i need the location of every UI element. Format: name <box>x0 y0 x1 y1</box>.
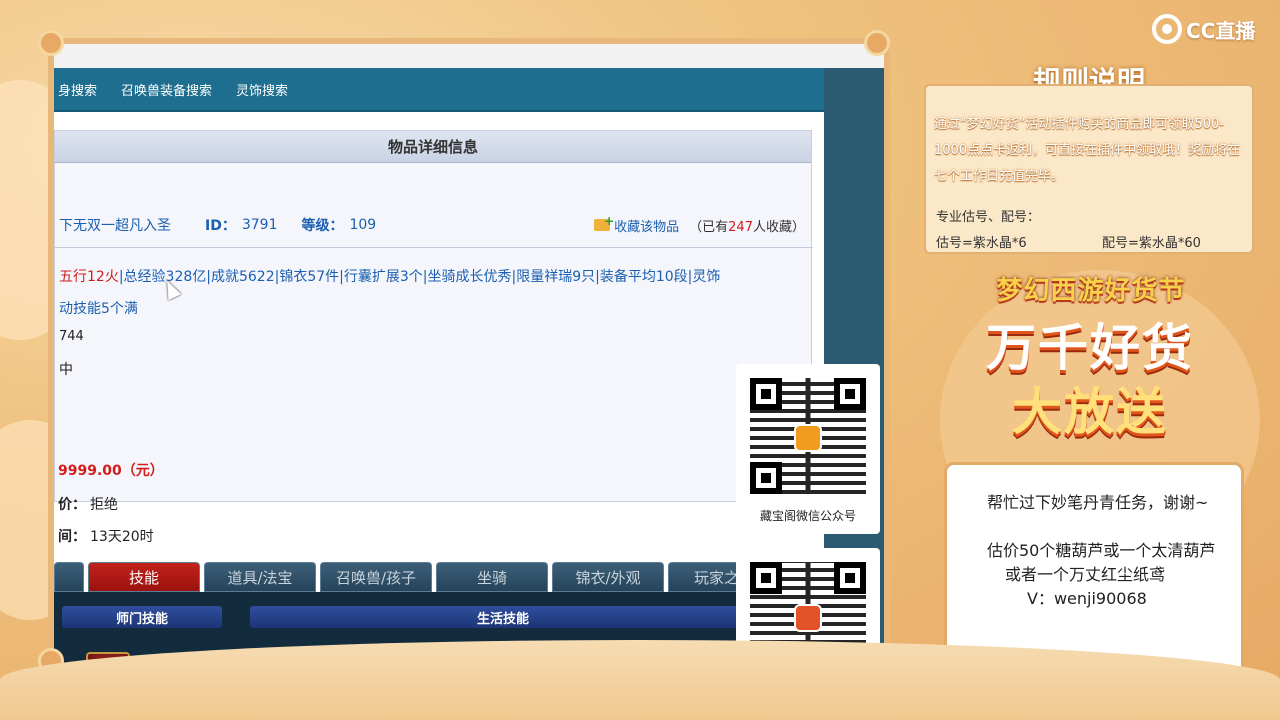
tab-pets[interactable]: 召唤兽/孩子 <box>320 562 432 592</box>
tab-partial[interactable] <box>54 562 84 592</box>
qr-finder <box>834 378 866 410</box>
fav-suffix: 人收藏） <box>752 219 805 235</box>
cc-live-logo: CC直播 <box>1152 14 1255 44</box>
decorative-wave <box>0 640 1280 720</box>
qr-logo-icon <box>794 424 822 452</box>
frame-ornament <box>864 30 890 56</box>
nav-pet-equip-search[interactable]: 召唤兽装备搜索 <box>121 80 212 99</box>
detail-tabs: 技能 道具/法宝 召唤兽/孩子 坐骑 锦衣/外观 玩家之家 <box>54 562 824 592</box>
panel-title: 物品详细信息 <box>55 131 811 163</box>
nav-role-search[interactable]: 身搜索 <box>58 80 97 99</box>
bargain-value: 拒绝 <box>90 497 118 513</box>
promo-festival-title: 梦幻西游好货节 <box>996 276 1186 306</box>
rules-line-price-b: 配号=紫水晶*60 <box>1102 236 1201 251</box>
meta-value-2: 中 <box>59 362 73 378</box>
tab-items[interactable]: 道具/法宝 <box>204 562 316 592</box>
time-field: 间： 13天20时 <box>58 526 154 546</box>
note-line-3: 或者一个万丈红尘纸鸢 <box>1005 565 1166 584</box>
item-info-row: 下无双一超凡入圣 ID： 3791 等级： 109 收藏该物品 （已有247人收… <box>59 214 805 235</box>
favorite-count: （已有247人收藏） <box>689 216 805 235</box>
qr-caption: 藏宝阁微信公众号 <box>759 509 856 523</box>
promo-banner: 梦幻西游好货节 万千好货 大放送 <box>940 268 1240 458</box>
life-skills-title: 生活技能 <box>250 606 756 628</box>
item-name: 下无双一超凡入圣 <box>59 218 171 234</box>
cc-logo-icon <box>1152 14 1182 44</box>
fav-count-number: 247 <box>728 219 753 235</box>
tab-outfits[interactable]: 锦衣/外观 <box>552 562 664 592</box>
time-value: 13天20时 <box>90 529 154 545</box>
rules-box: 通过“梦幻好货”活动插件购买的商品即可领取500-1000点点卡返利，可直接在插… <box>924 84 1254 254</box>
note-line-2: 估价50个糖葫芦或一个太清葫芦 <box>987 541 1216 560</box>
qr-finder <box>750 562 782 594</box>
note-line-1: 帮忙过下妙笔丹青任务，谢谢~ <box>987 493 1209 512</box>
cc-logo-text: CC直播 <box>1186 18 1256 43</box>
favorite-label: 收藏该物品 <box>614 219 680 235</box>
bargain-field: 价： 拒绝 <box>58 494 118 514</box>
fav-prefix: （已有 <box>689 219 729 235</box>
promo-headline-2: 大放送 <box>1012 383 1168 441</box>
favorite-link[interactable]: 收藏该物品 <box>594 214 680 235</box>
qr-finder <box>834 562 866 594</box>
item-detail-panel: 物品详细信息 下无双一超凡入圣 ID： 3791 等级： 109 收藏该物品 （… <box>54 130 813 502</box>
nav-accessory-search[interactable]: 灵饰搜索 <box>236 80 288 99</box>
rules-line-appraisal: 专业估号、配号： <box>936 210 1041 225</box>
id-label: ID： <box>205 218 236 234</box>
browser-titlebar <box>54 44 884 68</box>
promo-headline-1: 万千好货 <box>986 319 1194 377</box>
level-value: 109 <box>349 217 377 233</box>
tab-skills[interactable]: 技能 <box>88 562 200 592</box>
divider <box>55 247 813 248</box>
rules-text: 通过“梦幻好货”活动插件购买的商品即可领取500-1000点点卡返利，可直接在插… <box>934 117 1241 184</box>
id-value: 3791 <box>241 217 278 233</box>
level-label: 等级： <box>301 218 344 234</box>
qr-card-wechat: 藏宝阁微信公众号 <box>736 364 880 534</box>
item-detail-page: 身搜索 召唤兽装备搜索 灵饰搜索 物品详细信息 下无双一超凡入圣 ID： 379… <box>54 68 824 664</box>
school-skills-title: 师门技能 <box>62 606 222 628</box>
frame-ornament <box>38 30 64 56</box>
time-label: 间： <box>58 529 86 545</box>
desc-blue-text: |总经验328亿|成就5622|锦衣57件|行囊扩展3个|坐骑成长优秀|限量祥瑞… <box>118 269 721 285</box>
folder-add-icon <box>594 214 614 231</box>
qr-finder <box>750 378 782 410</box>
qr-logo-icon <box>794 604 822 632</box>
note-line-4: V：wenji90068 <box>1027 589 1147 608</box>
rules-line-price-a: 估号=紫水晶*6 <box>936 236 1027 251</box>
qr-finder <box>750 462 782 494</box>
meta-value-1: 744 <box>59 329 84 344</box>
bargain-label: 价： <box>58 497 86 513</box>
search-nav: 身搜索 召唤兽装备搜索 灵饰搜索 <box>54 68 824 112</box>
desc-red-text: 五行12火 <box>59 269 119 285</box>
tab-mounts[interactable]: 坐骑 <box>436 562 548 592</box>
price-value: 9999.00（元） <box>58 463 164 479</box>
